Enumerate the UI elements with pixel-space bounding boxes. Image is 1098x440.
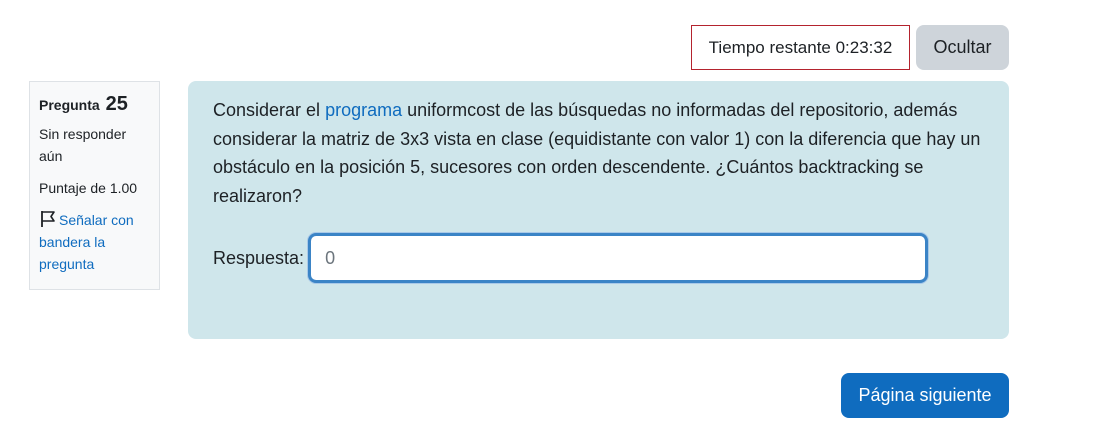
answer-input[interactable] bbox=[308, 233, 929, 283]
question-number: Pregunta 25 bbox=[39, 92, 150, 117]
program-link[interactable]: programa bbox=[325, 100, 402, 120]
answer-label: Respuesta: bbox=[213, 247, 305, 268]
next-page-button[interactable]: Página siguiente bbox=[841, 373, 1009, 418]
question-text: Considerar el programa uniformcost de la… bbox=[213, 96, 984, 210]
question-info-panel: Pregunta 25 Sin responder aún Puntaje de… bbox=[29, 81, 160, 290]
question-label: Pregunta bbox=[39, 97, 100, 113]
question-grade: Puntaje de 1.00 bbox=[39, 180, 138, 196]
question-number-value: 25 bbox=[105, 93, 128, 115]
question-text-start: Considerar el bbox=[213, 100, 326, 120]
flag-icon bbox=[41, 211, 55, 227]
question-state: Sin responder aún bbox=[39, 126, 127, 164]
question-content: Considerar el programa uniformcost de la… bbox=[188, 81, 1009, 339]
answer-row: Respuesta: bbox=[213, 233, 929, 283]
hide-timer-button[interactable]: Ocultar bbox=[916, 25, 1009, 70]
flag-question-link[interactable]: Señalar con bandera la pregunta bbox=[39, 209, 150, 275]
timer-display: Tiempo restante 0:23:32 bbox=[691, 25, 910, 70]
timer-text: Tiempo restante 0:23:32 bbox=[708, 37, 893, 57]
